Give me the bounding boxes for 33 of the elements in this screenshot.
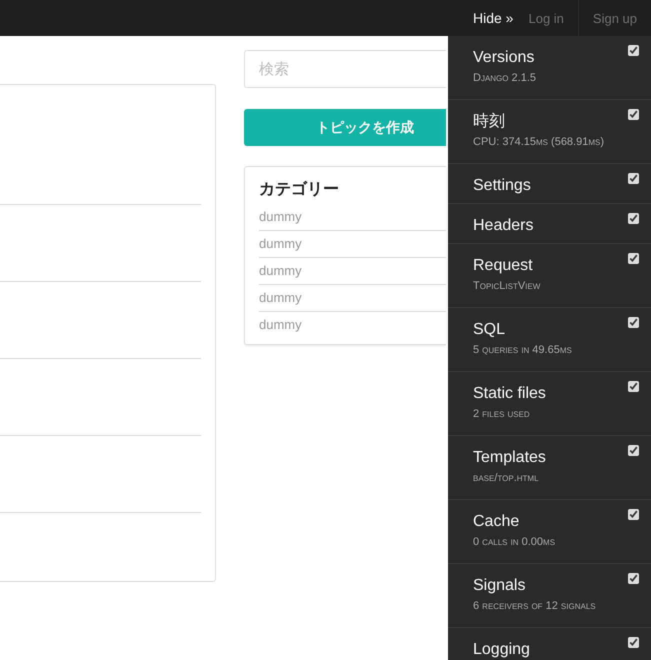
panel-subtitle: 0 calls in 0.00ms xyxy=(473,536,556,548)
panel-title[interactable]: Signals xyxy=(473,576,526,596)
panel-subtitle: TopicListView xyxy=(473,280,542,292)
panel-subtitle: base/top.html xyxy=(473,472,540,484)
panel-title[interactable]: Logging xyxy=(473,640,530,660)
panel-checkbox[interactable] xyxy=(628,173,639,184)
panel-subtitle: 5 queries in 49.65ms xyxy=(473,344,573,356)
panel-title[interactable]: Templates xyxy=(473,448,546,468)
search-field[interactable]: 検索 xyxy=(244,50,446,88)
panel-checkbox[interactable] xyxy=(628,45,639,56)
panel-title[interactable]: SQL xyxy=(473,320,506,340)
panel-title[interactable]: Static files xyxy=(473,384,546,404)
panel-checkbox[interactable] xyxy=(628,573,639,584)
panel-subtitle: CPU: 374.15ms (568.91ms) xyxy=(473,136,606,148)
panel-title[interactable]: Request xyxy=(473,256,533,276)
panel-checkbox[interactable] xyxy=(628,109,639,120)
panel-checkbox[interactable] xyxy=(628,509,639,520)
panel-title[interactable]: Settings xyxy=(473,176,531,196)
hide-toolbar-link[interactable]: Hide » xyxy=(473,10,514,26)
panel-subtitle: Django 2.1.5 xyxy=(473,72,538,84)
panel-title[interactable]: Cache xyxy=(473,512,520,532)
panel-checkbox[interactable] xyxy=(628,253,639,264)
panel-title[interactable]: Headers xyxy=(473,216,534,236)
panel-title[interactable]: Versions xyxy=(473,48,534,68)
panel-title[interactable]: 時刻 xyxy=(473,112,505,132)
panel-checkbox[interactable] xyxy=(628,317,639,328)
panel-checkbox[interactable] xyxy=(628,637,639,648)
panel-checkbox[interactable] xyxy=(628,213,639,224)
category-title: カテゴリー xyxy=(259,180,340,200)
panel-checkbox[interactable] xyxy=(628,381,639,392)
panel-subtitle: 2 files used xyxy=(473,408,531,420)
panel-checkbox[interactable] xyxy=(628,445,639,456)
panel-subtitle: 6 receivers of 12 signals xyxy=(473,600,597,612)
